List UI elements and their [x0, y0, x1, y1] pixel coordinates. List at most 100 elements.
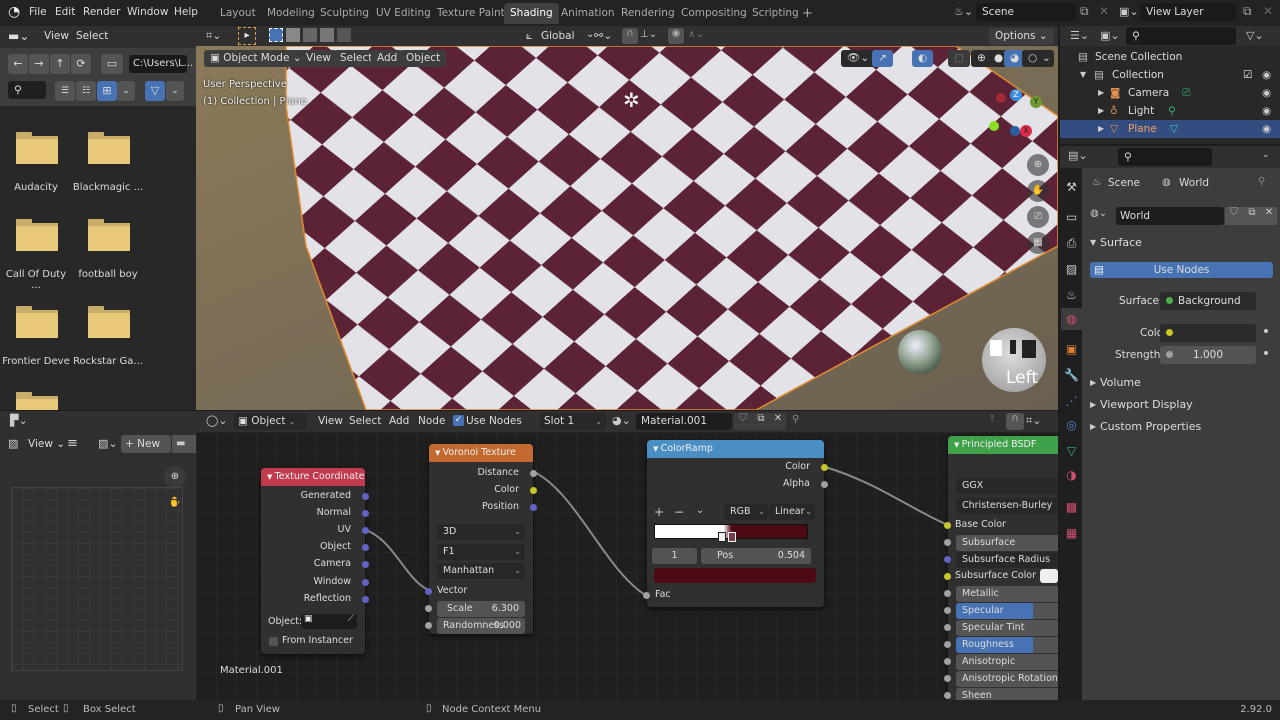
view-layer-tab-icon[interactable]: ▨: [1061, 258, 1082, 280]
randomness-field[interactable]: Randomness 0.000: [437, 618, 525, 634]
panel-expand-icon[interactable]: ▶: [1090, 378, 1096, 387]
material-name-field[interactable]: Material.001: [636, 413, 732, 430]
select-new-icon[interactable]: [269, 28, 283, 42]
stop-color-swatch[interactable]: [654, 568, 816, 583]
new-scene-icon[interactable]: ⧉: [1080, 4, 1089, 19]
collapse-icon[interactable]: ▼: [653, 445, 661, 453]
float-socket-icon[interactable]: [944, 641, 951, 648]
select-subtract-icon[interactable]: [303, 28, 317, 42]
float-socket-icon[interactable]: [944, 607, 951, 614]
vector-socket-icon[interactable]: [362, 579, 369, 586]
eyedropper-icon[interactable]: ⟋: [348, 614, 354, 624]
fake-user-icon[interactable]: ⛉: [734, 413, 752, 430]
outliner-search[interactable]: ⚲: [1126, 27, 1236, 45]
particles-tab-icon[interactable]: ⋰: [1061, 390, 1082, 412]
blender-logo-icon[interactable]: ◔: [8, 4, 20, 20]
snap-icon[interactable]: ∩: [1006, 413, 1024, 430]
constraints-tab-icon[interactable]: ▽: [1061, 440, 1082, 462]
add-workspace-button[interactable]: +: [796, 3, 819, 24]
node-texture-coordinate[interactable]: ▼ Texture Coordinate Generated Normal UV…: [261, 468, 369, 654]
float-socket-icon[interactable]: [944, 624, 951, 631]
dimensions-dropdown[interactable]: 3D ⌄: [437, 524, 525, 540]
surface-shader-field[interactable]: Background: [1160, 292, 1256, 310]
visibility-eye-icon[interactable]: ◉: [1262, 84, 1271, 102]
orientation-icon[interactable]: ⟀: [526, 29, 533, 43]
strength-field[interactable]: 1.000: [1160, 346, 1256, 364]
menu-render[interactable]: Render: [83, 6, 120, 18]
slot-dropdown[interactable]: Slot 1 ⌄: [540, 413, 606, 430]
vector-socket-icon[interactable]: [362, 544, 369, 551]
select-tool-icon[interactable]: ▸: [238, 27, 256, 45]
gizmo-toggle[interactable]: ↗: [872, 50, 893, 67]
light-object-icon[interactable]: ✲: [623, 88, 640, 112]
horizontal-list-button[interactable]: ☷: [76, 81, 96, 101]
scene-icon[interactable]: ♨⌄: [954, 5, 973, 18]
pivot-icon[interactable]: ⚯⌄: [594, 29, 612, 42]
viewport-menu-add[interactable]: Add: [371, 50, 404, 67]
scale-field[interactable]: Scale 6.300: [437, 601, 525, 617]
float-socket-icon[interactable]: [944, 692, 951, 699]
image-browse-icon[interactable]: ▨⌄: [98, 437, 118, 450]
float-socket-icon[interactable]: [821, 481, 828, 488]
open-image-icon[interactable]: ▬: [172, 435, 196, 453]
folder-icon[interactable]: [88, 219, 130, 251]
tab-uv-editing[interactable]: UV Editing: [370, 3, 437, 24]
scene-tab-icon[interactable]: ♨: [1061, 284, 1082, 306]
unlink-material-icon[interactable]: ✕: [770, 413, 786, 430]
tab-modeling[interactable]: Modeling: [261, 3, 321, 24]
tab-rendering[interactable]: Rendering: [615, 3, 681, 24]
tab-animation[interactable]: Animation: [555, 3, 621, 24]
options-chevron-icon[interactable]: ⌄: [1262, 150, 1270, 160]
distribution-dropdown[interactable]: GGX: [956, 478, 1058, 494]
anisotropic-field[interactable]: Anisotropic: [956, 654, 1058, 670]
folder-icon[interactable]: [16, 132, 58, 164]
folder-icon[interactable]: [88, 132, 130, 164]
outliner-item-plane[interactable]: ▶ ▽ Plane ▽ ◉: [1060, 120, 1280, 138]
collapse-icon[interactable]: ▼: [267, 473, 275, 481]
anisotropic-rotation-field[interactable]: Anisotropic Rotation: [956, 671, 1058, 687]
select-intersect-icon[interactable]: [337, 28, 351, 42]
feature-dropdown[interactable]: F1 ⌄: [437, 544, 525, 560]
float-socket-icon[interactable]: [425, 605, 432, 612]
navigation-gizmo[interactable]: Z Y X: [986, 86, 1046, 146]
color-socket-icon[interactable]: [530, 487, 537, 494]
path-field[interactable]: C:\Users\L...: [129, 55, 193, 73]
folder-icon[interactable]: [16, 392, 58, 410]
new-world-icon[interactable]: ⧉: [1243, 207, 1261, 225]
fb-menu-view[interactable]: View: [44, 30, 69, 42]
xray-toggle[interactable]: ▢: [948, 50, 970, 67]
outliner-item-camera[interactable]: ▶ ◙ Camera ⎚ ◉: [1060, 84, 1280, 102]
world-browse-icon[interactable]: ◍⌄: [1090, 208, 1107, 219]
display-options-button[interactable]: ⌄: [117, 81, 135, 101]
vector-socket-icon[interactable]: [362, 527, 369, 534]
light-data-icon[interactable]: ⚲: [1168, 102, 1176, 120]
render-tab-icon[interactable]: ▭: [1061, 206, 1082, 228]
metric-dropdown[interactable]: Manhattan ⌄: [437, 563, 525, 579]
vector-socket-icon[interactable]: [362, 596, 369, 603]
editor-type-icon[interactable]: ⌗⌄: [206, 29, 221, 43]
color-mode-dropdown[interactable]: RGB ⌄: [724, 504, 768, 520]
folder-label[interactable]: Blackmagic ...: [72, 182, 144, 193]
visibility-eye-icon[interactable]: ◉: [1262, 66, 1271, 84]
menu-window[interactable]: Window: [127, 6, 168, 18]
float-socket-icon[interactable]: [425, 622, 432, 629]
subsurface-field[interactable]: Subsurface: [956, 535, 1058, 551]
properties-search[interactable]: ⚲: [1118, 148, 1212, 166]
shader-type-dropdown[interactable]: ▣ Object ⌄: [234, 413, 307, 430]
gizmo-neg-z[interactable]: [1010, 126, 1020, 136]
forward-button[interactable]: →: [29, 54, 49, 74]
node-header[interactable]: ▼ Principled BSDF: [948, 436, 1058, 454]
fb-menu-select[interactable]: Select: [76, 30, 108, 42]
camera-view-icon[interactable]: ⎚: [1027, 206, 1049, 228]
back-button[interactable]: ←: [8, 54, 28, 74]
editor-type-icon[interactable]: ▬⌄: [8, 29, 29, 43]
hamburger-menu-icon[interactable]: ≡: [67, 436, 78, 451]
use-nodes-checkbox[interactable]: ✓: [453, 415, 464, 426]
perspective-toggle-icon[interactable]: ▦: [1027, 232, 1049, 254]
expand-icon[interactable]: ▶: [1098, 102, 1104, 120]
gizmo-neg-x[interactable]: [996, 93, 1006, 103]
editor-type-icon[interactable]: ▤⌄: [1068, 149, 1088, 162]
node-header[interactable]: ▼ ColorRamp: [647, 440, 824, 458]
expand-icon[interactable]: ▶: [1098, 84, 1104, 102]
gizmo-axis-x[interactable]: X: [1020, 125, 1032, 137]
